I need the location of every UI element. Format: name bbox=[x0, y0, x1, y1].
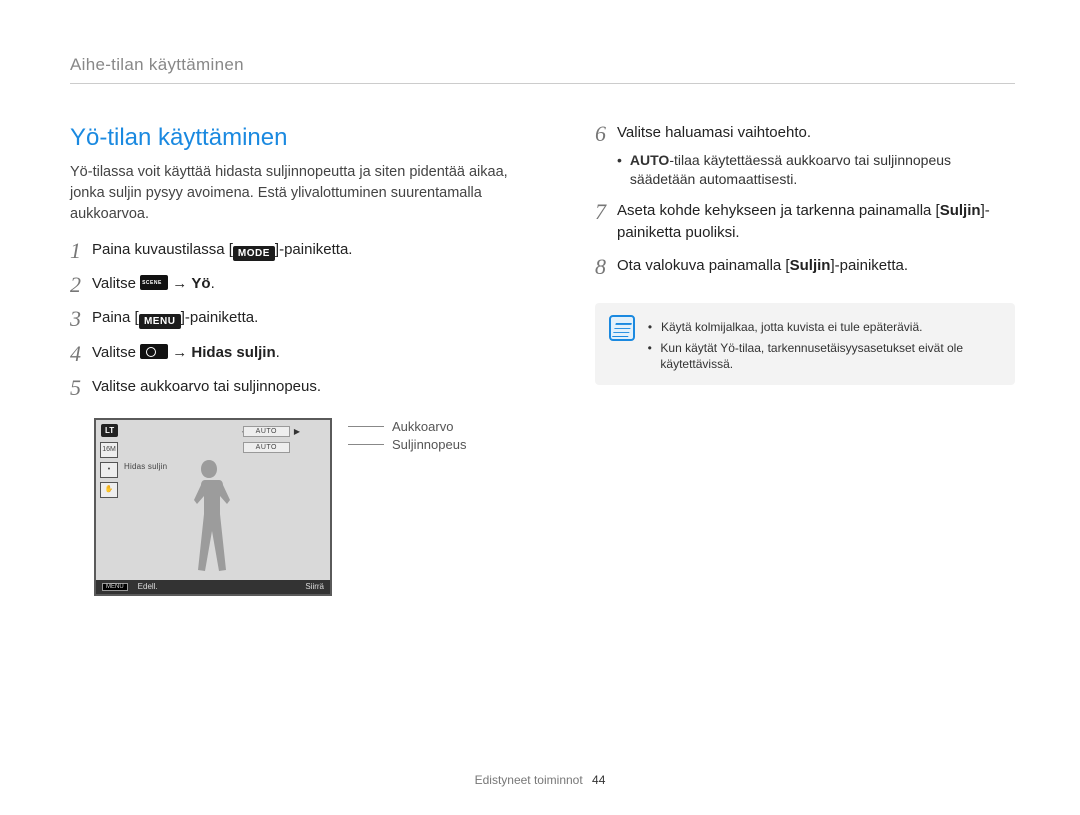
note-bullet-1: • Käytä kolmijalkaa, jotta kuvista ei tu… bbox=[647, 319, 1001, 336]
bullet-dot-icon: • bbox=[647, 340, 652, 374]
step-8: 8 Ota valokuva painamalla [Suljin]-paini… bbox=[595, 255, 1015, 279]
legend-shutter: Suljinnopeus bbox=[348, 436, 466, 454]
left-column: Yö-tilan käyttäminen Yö-tilassa voit käy… bbox=[70, 104, 545, 596]
camera-icon bbox=[140, 344, 168, 359]
text: ]-painiketta. bbox=[181, 309, 259, 326]
size-icon: 16M bbox=[100, 442, 118, 458]
text: Ota valokuva painamalla [ bbox=[617, 257, 790, 274]
step-body: Paina [MENU]-painiketta. bbox=[92, 307, 258, 330]
leader-line-icon bbox=[348, 426, 384, 427]
footer-section: Edistyneet toiminnot bbox=[475, 773, 583, 787]
text: Paina kuvaustilassa [ bbox=[92, 241, 233, 258]
text: Aseta kohde kehykseen ja tarkenna painam… bbox=[617, 202, 940, 219]
note-text: Käytä kolmijalkaa, jotta kuvista ei tule… bbox=[661, 319, 922, 336]
leader-line-icon bbox=[348, 444, 384, 445]
step-body: Valitse → Yö. bbox=[92, 273, 215, 296]
lcd-preview: LT ◀ AUTO ▶ AUTO 16M • ✋ Hidas suljin bbox=[94, 418, 332, 596]
page-footer: Edistyneet toiminnot 44 bbox=[0, 773, 1080, 787]
right-column: 6 Valitse haluamasi vaihtoehto. • AUTO-t… bbox=[595, 104, 1015, 596]
bullet-dot-icon: • bbox=[617, 151, 622, 190]
menu-icon: MENU bbox=[139, 314, 181, 329]
lcd-mode-badge: LT bbox=[101, 424, 118, 437]
text: . bbox=[211, 275, 215, 292]
content-columns: Yö-tilan käyttäminen Yö-tilassa voit käy… bbox=[70, 104, 1015, 596]
text: Valitse bbox=[92, 275, 140, 292]
arrow: → bbox=[168, 344, 191, 361]
manual-page: Aihe-tilan käyttäminen Yö-tilan käyttämi… bbox=[0, 0, 1080, 815]
lcd-legend: Aukkoarvo Suljinnopeus bbox=[348, 418, 466, 454]
text: ]-painiketta. bbox=[275, 241, 353, 258]
text: . bbox=[276, 344, 280, 361]
step-number: 6 bbox=[595, 122, 617, 146]
note-icon bbox=[609, 315, 635, 341]
lcd-auto-aperture: AUTO bbox=[243, 426, 290, 437]
menu-small-icon: MENU bbox=[102, 583, 128, 591]
lcd-bottom-bar: MENU Edell. Siirrä bbox=[96, 580, 330, 594]
arrow-right-icon: ▶ bbox=[294, 427, 300, 436]
step-6: 6 Valitse haluamasi vaihtoehto. • AUTO-t… bbox=[595, 122, 1015, 190]
text: -tilaa käytettäessä aukkoarvo tai suljin… bbox=[630, 152, 951, 188]
step-body: Paina kuvaustilassa [MODE]-painiketta. bbox=[92, 239, 352, 262]
step-number: 4 bbox=[70, 342, 92, 366]
bullet: • AUTO-tilaa käytettäessä aukkoarvo tai … bbox=[617, 151, 1015, 190]
mode-icon: MODE bbox=[233, 246, 275, 261]
divider bbox=[70, 83, 1015, 84]
text: Paina [ bbox=[92, 309, 139, 326]
step-number: 5 bbox=[70, 376, 92, 400]
stabilizer-icon: ✋ bbox=[100, 482, 118, 498]
note-items: • Käytä kolmijalkaa, jotta kuvista ei tu… bbox=[647, 315, 1001, 373]
legend-label: Suljinnopeus bbox=[392, 437, 466, 452]
intro-text: Yö-tilassa voit käyttää hidasta suljinno… bbox=[70, 162, 545, 225]
step-sub: • AUTO-tilaa käytettäessä aukkoarvo tai … bbox=[617, 151, 1015, 190]
step-4: 4 Valitse → Hidas suljin. bbox=[70, 342, 545, 366]
text: ]-painiketta. bbox=[830, 257, 908, 274]
shutter-label: Suljin bbox=[790, 257, 831, 274]
bullet-dot-icon: • bbox=[647, 319, 653, 336]
arrow: → bbox=[168, 275, 191, 292]
lcd-move-label: Siirrä bbox=[305, 582, 324, 591]
lcd-side-icons: 16M • ✋ bbox=[100, 442, 118, 498]
bullet-text: AUTO-tilaa käytettäessä aukkoarvo tai su… bbox=[630, 151, 1015, 190]
person-silhouette-icon bbox=[182, 460, 237, 580]
note-box: • Käytä kolmijalkaa, jotta kuvista ei tu… bbox=[595, 303, 1015, 385]
step-body: Ota valokuva painamalla [Suljin]-painike… bbox=[617, 255, 908, 278]
lcd-preview-wrap: LT ◀ AUTO ▶ AUTO 16M • ✋ Hidas suljin bbox=[94, 418, 545, 596]
text: Valitse bbox=[92, 344, 140, 361]
step-body: Valitse aukkoarvo tai suljinnopeus. bbox=[92, 376, 321, 399]
step-number: 7 bbox=[595, 200, 617, 224]
step-number: 1 bbox=[70, 239, 92, 263]
step-body: Valitse → Hidas suljin. bbox=[92, 342, 280, 365]
option-yo: Yö bbox=[191, 275, 210, 292]
section-title: Yö-tilan käyttäminen bbox=[70, 124, 545, 152]
lcd-back-label: Edell. bbox=[138, 582, 158, 591]
step-5: 5 Valitse aukkoarvo tai suljinnopeus. bbox=[70, 376, 545, 400]
scene-icon bbox=[140, 275, 168, 290]
lcd-auto-shutter: AUTO bbox=[243, 442, 290, 453]
step-7: 7 Aseta kohde kehykseen ja tarkenna pain… bbox=[595, 200, 1015, 245]
step-number: 3 bbox=[70, 307, 92, 331]
page-number: 44 bbox=[592, 773, 605, 787]
note-text: Kun käytät Yö-tilaa, tarkennusetäisyysas… bbox=[660, 340, 1001, 374]
shutter-label: Suljin bbox=[940, 202, 981, 219]
focus-point-icon: • bbox=[100, 462, 118, 478]
note-bullet-2: • Kun käytät Yö-tilaa, tarkennusetäisyys… bbox=[647, 340, 1001, 374]
legend-aperture: Aukkoarvo bbox=[348, 418, 466, 436]
step-3: 3 Paina [MENU]-painiketta. bbox=[70, 307, 545, 331]
lcd-hidas-label: Hidas suljin bbox=[124, 462, 167, 471]
text: Valitse haluamasi vaihtoehto. bbox=[617, 122, 1015, 145]
legend-label: Aukkoarvo bbox=[392, 419, 453, 434]
option-hidas-suljin: Hidas suljin bbox=[191, 344, 275, 361]
step-body: Aseta kohde kehykseen ja tarkenna painam… bbox=[617, 200, 1015, 245]
step-2: 2 Valitse → Yö. bbox=[70, 273, 545, 297]
step-number: 2 bbox=[70, 273, 92, 297]
step-1: 1 Paina kuvaustilassa [MODE]-painiketta. bbox=[70, 239, 545, 263]
auto-label: AUTO bbox=[630, 152, 669, 168]
breadcrumb: Aihe-tilan käyttäminen bbox=[70, 55, 1015, 75]
step-number: 8 bbox=[595, 255, 617, 279]
step-body: Valitse haluamasi vaihtoehto. • AUTO-til… bbox=[617, 122, 1015, 190]
